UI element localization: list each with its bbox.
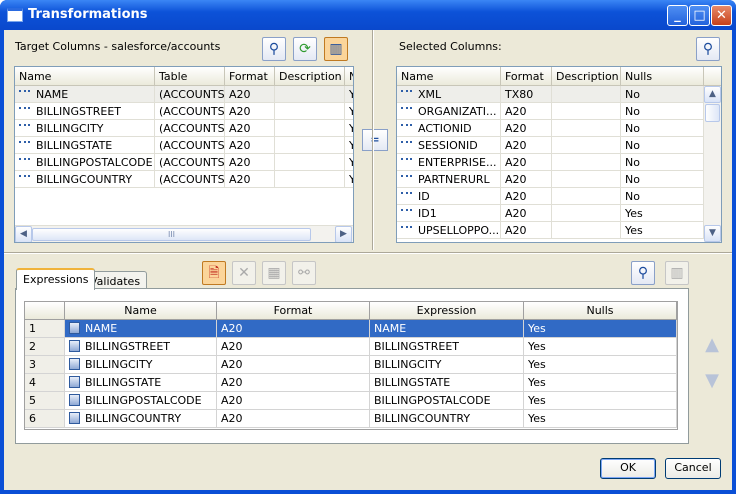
binoculars-icon[interactable]: ⚲ <box>696 37 720 61</box>
scroll-up-icon[interactable]: ▲ <box>704 86 721 103</box>
binoculars-icon[interactable]: ⚲ <box>631 261 655 285</box>
col-nulls-header[interactable]: N <box>345 67 353 85</box>
window-icon <box>7 8 23 22</box>
column-icon <box>19 90 30 96</box>
cancel-button[interactable]: Cancel <box>665 458 721 479</box>
table-row[interactable]: NAME(ACCOUNTS)A20Y <box>15 86 353 103</box>
col-name-header[interactable]: Name <box>15 67 155 85</box>
table-row[interactable]: ENTERPRISE... A20 No <box>397 154 704 171</box>
column-icon <box>19 141 30 147</box>
column-icon <box>401 192 412 198</box>
expressions-panel: Name Format Expression Nulls 1 NAME A20 NAM… <box>15 288 689 444</box>
col-format-header[interactable]: Format <box>217 302 370 319</box>
table-row[interactable]: ID1 A20 Yes <box>397 205 704 222</box>
col-table-header[interactable]: Table <box>155 67 225 85</box>
scroll-right-icon[interactable]: ▶ <box>335 226 352 242</box>
table-row[interactable]: BILLINGSTATE(ACCOUNTS)A20Y <box>15 137 353 154</box>
add-to-selected-button[interactable]: = <box>362 129 388 151</box>
expression-icon <box>69 394 80 406</box>
column-icon <box>401 175 412 181</box>
column-icon <box>401 107 412 113</box>
col-format-header[interactable]: Format <box>501 67 552 85</box>
dialog-client: Target Columns - salesforce/accounts ⚲ ⟳… <box>4 30 732 490</box>
scroll-down-icon[interactable]: ▼ <box>704 225 721 242</box>
expressions-grid: Name Format Expression Nulls 1 NAME A20 NAM… <box>24 301 678 430</box>
minimize-icon[interactable]: _ <box>667 5 688 26</box>
expression-icon <box>69 358 80 370</box>
column-icon <box>19 107 30 113</box>
scroll-left-icon[interactable]: ◀ <box>15 226 32 242</box>
scroll-thumb[interactable] <box>705 104 720 122</box>
selected-columns-label: Selected Columns: <box>399 40 502 53</box>
table-row[interactable]: 4 BILLINGSTATE A20 BILLINGSTATE Yes <box>25 374 677 392</box>
title-bar: Transformations _ □ ✕ <box>0 0 736 30</box>
table-row[interactable]: 5 BILLINGPOSTALCODE A20 BILLINGPOSTALCODE Ye… <box>25 392 677 410</box>
column-icon <box>401 90 412 96</box>
column-icon <box>401 209 412 215</box>
column-icon <box>401 124 412 130</box>
col-nulls-header[interactable]: Nulls <box>621 67 704 85</box>
grid-icon: ▦ <box>262 261 286 285</box>
delete-icon[interactable]: 🗎 <box>202 261 226 285</box>
column-icon <box>19 124 30 130</box>
expression-icon <box>69 376 80 388</box>
transformations-window: Transformations _ □ ✕ Target Columns - s… <box>0 0 736 494</box>
columns-icon: ▥ <box>665 261 689 285</box>
link-icon: ⚯ <box>292 261 316 285</box>
column-icon <box>401 226 412 232</box>
expression-icon <box>69 340 80 352</box>
table-row[interactable]: 1 NAME A20 NAME Yes <box>25 320 677 338</box>
col-name-header[interactable]: Name <box>65 302 217 319</box>
table-row[interactable]: BILLINGCITY(ACCOUNTS)A20Y <box>15 120 353 137</box>
target-columns-label: Target Columns - salesforce/accounts <box>15 40 221 53</box>
table-row[interactable]: XML TX80 No <box>397 86 704 103</box>
expressions-header: Name Format Expression Nulls <box>25 302 677 320</box>
col-expression-header[interactable]: Expression <box>370 302 524 319</box>
maximize-icon[interactable]: □ <box>689 5 710 26</box>
table-row[interactable]: BILLINGPOSTALCODE(ACCOUNTS)A20Y <box>15 154 353 171</box>
section-separator <box>4 252 732 254</box>
move-down-icon: ▼ <box>705 370 719 391</box>
table-row[interactable]: ORGANIZATI... A20 No <box>397 103 704 120</box>
move-up-icon: ▲ <box>705 334 719 355</box>
col-format-header[interactable]: Format <box>225 67 275 85</box>
col-description-header[interactable]: Description <box>275 67 345 85</box>
window-title: Transformations <box>28 7 148 22</box>
table-row[interactable]: BILLINGCOUNTRY(ACCOUNTS)A20Y <box>15 171 353 188</box>
binoculars-icon[interactable]: ⚲ <box>262 37 286 61</box>
col-nulls-header[interactable]: Nulls <box>524 302 677 319</box>
selected-columns-header: Name Format Description Nulls <box>397 67 721 86</box>
columns-icon[interactable]: ▥ <box>324 37 348 61</box>
column-icon <box>19 175 30 181</box>
table-row[interactable]: SESSIONID A20 No <box>397 137 704 154</box>
vertical-scrollbar[interactable]: ▲ ▼ <box>704 86 721 242</box>
pane-divider <box>372 30 374 250</box>
col-description-header[interactable]: Description <box>552 67 621 85</box>
refresh-icon[interactable]: ⟳ <box>293 37 317 61</box>
ok-button[interactable]: OK <box>600 458 656 479</box>
table-row[interactable]: UPSELLOPPO... A20 Yes <box>397 222 704 239</box>
tab-expressions[interactable]: Expressions <box>16 268 96 290</box>
table-row[interactable]: 2 BILLINGSTREET A20 BILLINGSTREET Yes <box>25 338 677 356</box>
scroll-thumb[interactable]: III <box>32 228 311 241</box>
close-icon[interactable]: ✕ <box>711 5 732 26</box>
expression-icon <box>69 322 80 334</box>
horizontal-scrollbar[interactable]: ◀ III ▶ <box>15 225 353 242</box>
clear-icon: ✕ <box>232 261 256 285</box>
table-row[interactable]: ID A20 No <box>397 188 704 205</box>
column-icon <box>401 141 412 147</box>
selected-columns-grid: Name Format Description Nulls XML TX80 No … <box>396 66 722 243</box>
table-row[interactable]: PARTNERURL A20 No <box>397 171 704 188</box>
column-icon <box>19 158 30 164</box>
row-number-header <box>25 302 65 319</box>
table-row[interactable]: 6 BILLINGCOUNTRY A20 BILLINGCOUNTRY Yes <box>25 410 677 428</box>
col-name-header[interactable]: Name <box>397 67 501 85</box>
table-row[interactable]: 3 BILLINGCITY A20 BILLINGCITY Yes <box>25 356 677 374</box>
target-columns-grid: Name Table Format Description N NAME(ACC… <box>14 66 354 243</box>
target-columns-header: Name Table Format Description N <box>15 67 353 86</box>
expression-icon <box>69 412 80 424</box>
table-row[interactable]: BILLINGSTREET(ACCOUNTS)A20Y <box>15 103 353 120</box>
table-row[interactable]: ACTIONID A20 No <box>397 120 704 137</box>
column-icon <box>401 158 412 164</box>
